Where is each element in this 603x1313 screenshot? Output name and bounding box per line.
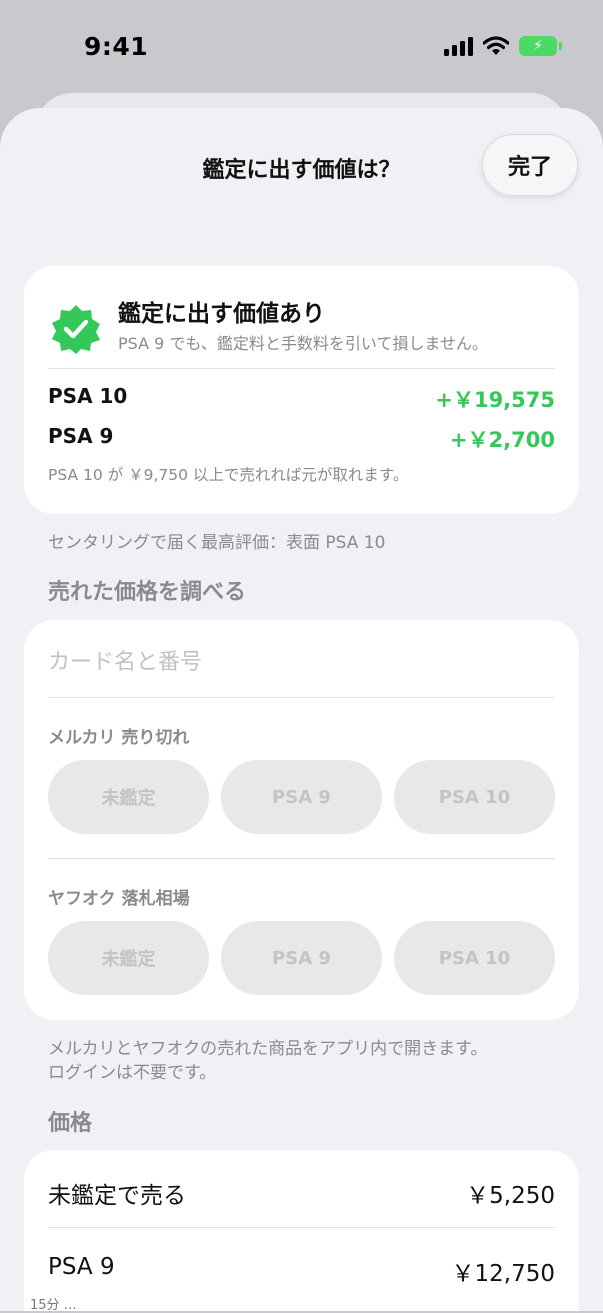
profit-value-psa9: +￥2,700 — [449, 428, 555, 452]
status-icons: ⚡ — [444, 36, 562, 56]
break-even-note: PSA 10 が ￥9,750 以上で売れれば元が取れます。 — [48, 466, 409, 484]
verified-check-badge-icon — [52, 305, 100, 354]
verdict-title: 鑑定に出す価値あり — [118, 301, 325, 327]
status-time: 9:41 — [84, 32, 149, 61]
cellular-signal-icon — [444, 36, 473, 56]
wifi-icon — [483, 36, 509, 55]
divider — [48, 368, 555, 369]
sold-price-heading: 売れた価格を調べる — [48, 580, 247, 605]
status-bar: 9:41 ⚡ — [0, 0, 603, 96]
underlying-content-peek: 15分 … — [30, 1298, 77, 1313]
mercari-sold-label: メルカリ 売り切れ — [48, 728, 190, 748]
price-card: 未鑑定で売る ￥5,250 PSA 9 ￥12,750 — [24, 1150, 579, 1311]
sold-footnote-line2: ログインは不要です。 — [48, 1063, 217, 1083]
divider — [48, 697, 555, 698]
price-value-ungraded: ￥5,250 — [466, 1183, 555, 1209]
price-label-psa9: PSA 9 — [48, 1254, 115, 1280]
profit-label-psa10: PSA 10 — [48, 384, 128, 408]
card-search-input[interactable] — [48, 642, 555, 682]
done-button[interactable]: 完了 — [482, 134, 578, 196]
mercari-ungraded-button[interactable]: 未鑑定 — [48, 760, 209, 834]
verdict-card: 鑑定に出す価値あり PSA 9 でも、鑑定料と手数料を引いて損しません。 PSA… — [24, 266, 579, 514]
verdict-subtitle: PSA 9 でも、鑑定料と手数料を引いて損しません。 — [118, 334, 488, 353]
price-heading: 価格 — [48, 1111, 93, 1136]
yahoo-psa9-button[interactable]: PSA 9 — [221, 921, 382, 995]
yahoo-ungraded-button[interactable]: 未鑑定 — [48, 921, 209, 995]
price-label-ungraded: 未鑑定で売る — [48, 1183, 186, 1209]
profit-value-psa10: +￥19,575 — [435, 388, 555, 412]
sold-price-search-card: メルカリ 売り切れ 未鑑定 PSA 9 PSA 10 ヤフオク 落札相場 未鑑定… — [24, 620, 579, 1020]
mercari-psa9-button[interactable]: PSA 9 — [221, 760, 382, 834]
profit-label-psa9: PSA 9 — [48, 424, 114, 448]
centering-caption: センタリングで届く最高評価：表面 PSA 10 — [48, 533, 386, 553]
mercari-psa10-button[interactable]: PSA 10 — [394, 760, 555, 834]
battery-charging-icon: ⚡ — [519, 36, 562, 56]
yahoo-auction-label: ヤフオク 落札相場 — [48, 889, 190, 909]
divider — [48, 858, 555, 859]
sold-footnote-line1: メルカリとヤフオクの売れた商品をアプリ内で開きます。 — [48, 1039, 488, 1059]
yahoo-psa10-button[interactable]: PSA 10 — [394, 921, 555, 995]
price-value-psa9: ￥12,750 — [451, 1261, 555, 1287]
divider — [48, 1227, 555, 1228]
grading-value-sheet: 鑑定に出す価値は？ 完了 鑑定に出す価値あり PSA 9 でも、鑑定料と手数料を… — [0, 108, 603, 1311]
